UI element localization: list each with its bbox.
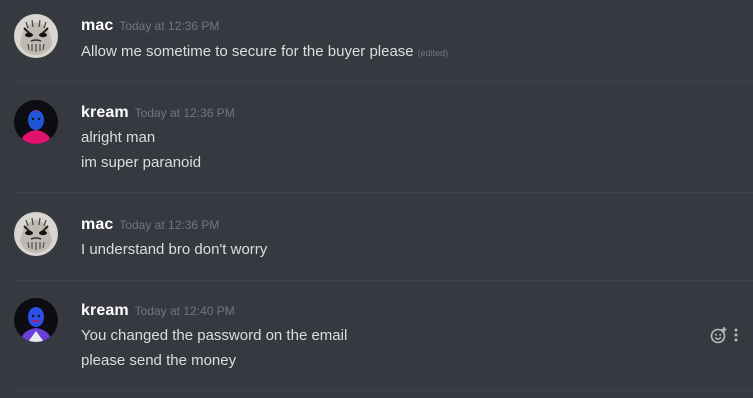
more-options-icon[interactable] — [729, 325, 743, 345]
message-divider — [16, 192, 753, 193]
message-divider — [16, 390, 753, 391]
chat-messages: mac Today at 12:36 PM Allow me sometime t… — [0, 0, 753, 398]
kream-avatar-pink-icon — [14, 100, 58, 144]
message-header: kream Today at 12:40 PM — [81, 302, 235, 322]
message-line: im super paranoid — [81, 154, 202, 171]
timestamp: Today at 12:36 PM — [134, 106, 235, 120]
mac-avatar-icon — [14, 14, 58, 58]
username[interactable]: kream — [81, 302, 129, 319]
message-text: Allow me sometime to secure for the buye… — [81, 43, 448, 60]
username[interactable]: kream — [81, 104, 129, 121]
mac-avatar-icon — [14, 212, 58, 256]
username[interactable]: mac — [81, 216, 113, 233]
avatar[interactable] — [14, 14, 58, 58]
add-reaction-icon[interactable] — [709, 325, 729, 345]
avatar[interactable] — [14, 298, 58, 342]
kream-avatar-purple-icon — [14, 298, 58, 342]
message-line: alright man — [81, 129, 156, 146]
username[interactable]: mac — [81, 17, 113, 34]
message-header: mac Today at 12:36 PM — [81, 216, 219, 236]
message-line: I understand bro don't worry — [81, 241, 268, 258]
timestamp: Today at 12:36 PM — [119, 218, 220, 232]
message-actions — [709, 325, 743, 345]
timestamp: Today at 12:40 PM — [134, 304, 235, 318]
message-line: You changed the password on the email — [81, 327, 348, 344]
message-line: please send the money — [81, 352, 237, 369]
message-divider — [16, 280, 753, 281]
message-line: Allow me sometime to secure for the buye… — [81, 43, 414, 60]
message-header: kream Today at 12:36 PM — [81, 104, 235, 124]
message-header: mac Today at 12:36 PM — [81, 17, 219, 37]
message-divider — [16, 81, 753, 82]
avatar[interactable] — [14, 100, 58, 144]
avatar[interactable] — [14, 212, 58, 256]
edited-label: (edited) — [417, 48, 449, 58]
timestamp: Today at 12:36 PM — [119, 19, 220, 33]
